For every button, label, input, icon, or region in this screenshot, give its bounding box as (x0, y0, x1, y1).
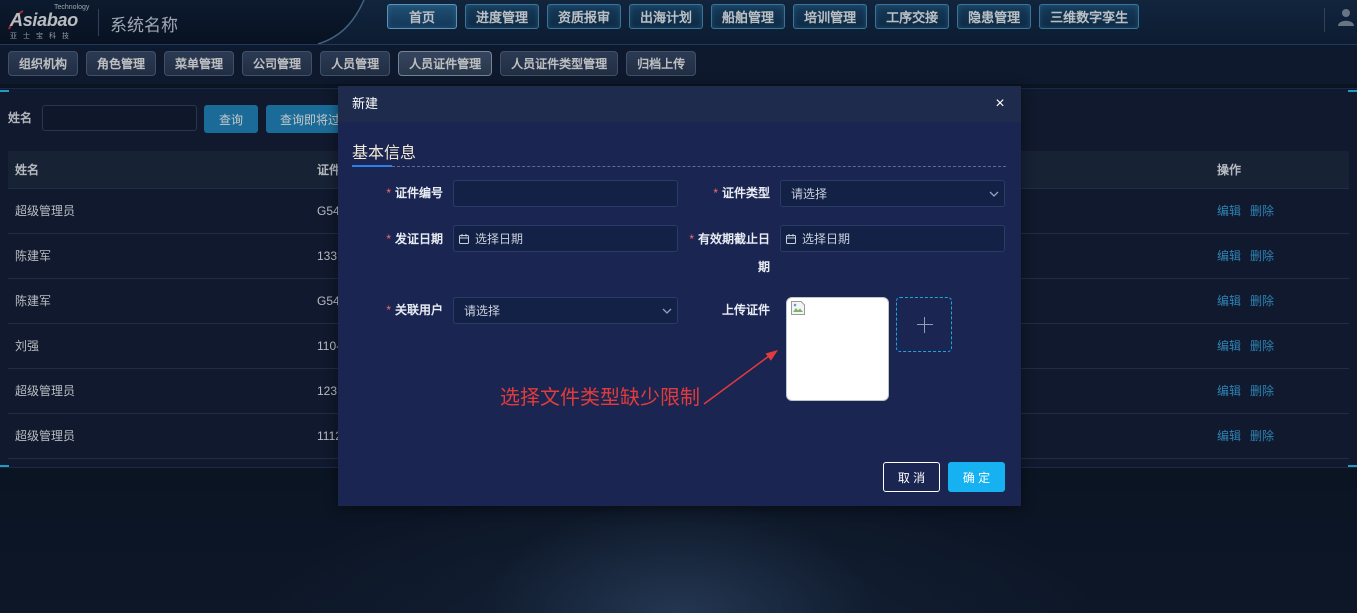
plus-icon (917, 324, 933, 325)
cert-type-select[interactable] (780, 180, 1005, 207)
upload-trigger[interactable] (896, 297, 952, 352)
required-mark: * (386, 303, 391, 317)
calendar-icon (786, 234, 796, 244)
required-mark: * (386, 186, 391, 200)
arrow-icon (703, 350, 778, 405)
section-title: 基本信息 (352, 145, 417, 162)
section-title-underline (352, 165, 392, 167)
section-divider (392, 166, 1006, 167)
cert-type-label-text: 证件类型 (721, 186, 770, 200)
uploaded-file-thumbnail[interactable] (786, 297, 889, 401)
new-certificate-dialog: 新建 × 基本信息 *证件编号 *证件类型 *发证日期 *有效期截止日期 *关联… (338, 86, 1021, 506)
expiry-date-label-text: 有效期截止日期 (697, 232, 770, 274)
annotation-text: 选择文件类型缺少限制 (500, 387, 700, 409)
expiry-date-picker[interactable] (780, 225, 1005, 252)
issue-date-label-text: 发证日期 (394, 232, 443, 246)
cert-number-input[interactable] (453, 180, 678, 207)
required-mark: * (713, 186, 718, 200)
cert-number-label: * 证件编号 (353, 180, 443, 207)
issue-date-label: * 发证日期 (353, 225, 443, 253)
linked-user-label-text: 关联用户 (394, 303, 443, 317)
required-mark: * (386, 232, 391, 246)
dialog-header: 新建 × (338, 86, 1021, 122)
issue-date-picker[interactable] (453, 225, 678, 252)
upload-cert-label: 上传证件 (683, 297, 770, 324)
chevron-down-icon (662, 308, 672, 314)
plus-icon (924, 317, 925, 333)
chevron-down-icon (989, 191, 999, 197)
linked-user-label: * 关联用户 (353, 297, 443, 324)
upload-cert-label-text: 上传证件 (721, 303, 770, 317)
linked-user-select[interactable] (453, 297, 678, 324)
calendar-icon (459, 234, 469, 244)
cert-type-label: * 证件类型 (683, 180, 770, 207)
close-icon[interactable]: × (990, 94, 1010, 114)
required-mark: * (689, 232, 694, 246)
cancel-button[interactable]: 取 消 (883, 462, 940, 492)
dialog-title: 新建 (352, 96, 379, 111)
confirm-button[interactable]: 确 定 (948, 462, 1005, 492)
expiry-date-label: * 有效期截止日期 (683, 225, 770, 281)
broken-image-icon (791, 301, 805, 315)
cert-number-label-text: 证件编号 (394, 186, 443, 200)
